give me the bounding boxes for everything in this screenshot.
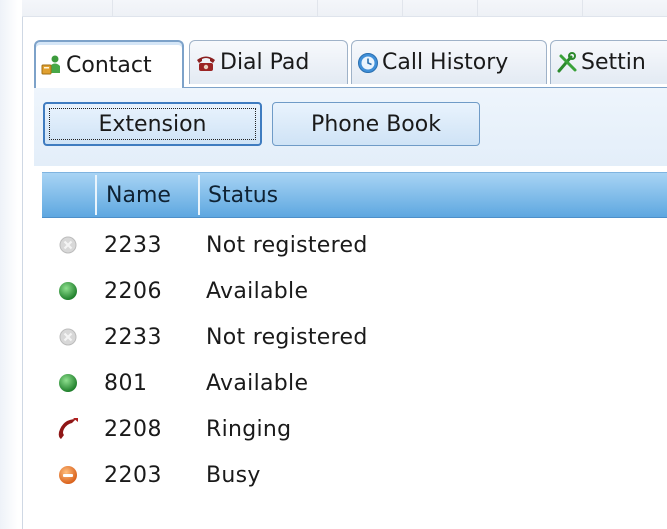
phone-book-button-label: Phone Book <box>311 111 441 137</box>
tab-dial-pad-label: Dial Pad <box>220 50 310 75</box>
tab-settings-label: Settin <box>581 50 646 75</box>
contact-row[interactable]: 2233 Not registered <box>42 314 667 360</box>
extension-button[interactable]: Extension <box>43 102 262 146</box>
top-toolbar-strip <box>22 0 667 17</box>
clock-icon <box>357 52 379 74</box>
contact-status: Busy <box>206 462 261 488</box>
tab-contact[interactable]: Contact <box>34 40 184 88</box>
tab-call-history-label: Call History <box>382 50 509 75</box>
contact-panel: Extension Phone Book Name Status 2233 No… <box>34 88 667 529</box>
ringing-handset-icon <box>42 406 94 452</box>
contact-person-icon <box>41 54 63 76</box>
contact-status: Available <box>206 370 309 396</box>
contact-name: 2203 <box>104 462 162 488</box>
contact-list-header: Name Status <box>42 172 667 218</box>
tab-settings[interactable]: Settin <box>550 40 667 84</box>
tab-bar: Contact Dial Pad Call History Settin <box>34 40 667 88</box>
not-registered-icon <box>42 222 94 268</box>
busy-icon <box>42 452 94 498</box>
contact-row[interactable]: 801 Available <box>42 360 667 406</box>
phone-book-button[interactable]: Phone Book <box>272 102 480 146</box>
contact-status: Available <box>206 278 309 304</box>
focus-ring <box>49 108 256 140</box>
contact-status: Not registered <box>206 324 368 350</box>
contact-row[interactable]: 2233 Not registered <box>42 222 667 268</box>
available-icon <box>42 268 94 314</box>
contact-status: Not registered <box>206 232 368 258</box>
available-icon <box>42 360 94 406</box>
contact-name: 2233 <box>104 232 162 258</box>
tab-dial-pad[interactable]: Dial Pad <box>189 40 348 84</box>
tools-icon <box>556 51 578 74</box>
contact-name: 2206 <box>104 278 162 304</box>
contact-name: 2208 <box>104 416 162 442</box>
contact-row[interactable]: 2203 Busy <box>42 452 667 498</box>
telephone-icon <box>195 52 217 74</box>
tab-contact-label: Contact <box>66 52 152 78</box>
contact-row[interactable]: 2206 Available <box>42 268 667 314</box>
contact-name: 2233 <box>104 324 162 350</box>
tab-call-history[interactable]: Call History <box>351 40 547 84</box>
status-icon-column-header[interactable] <box>42 173 94 217</box>
status-column-header[interactable]: Status <box>200 173 660 217</box>
contact-status: Ringing <box>206 416 292 442</box>
contact-row[interactable]: 2208 Ringing <box>42 406 667 452</box>
column-divider <box>95 175 97 215</box>
contact-name: 801 <box>104 370 148 396</box>
source-button-bar: Extension Phone Book <box>34 88 667 166</box>
not-registered-icon <box>42 314 94 360</box>
name-column-header[interactable]: Name <box>98 173 198 217</box>
